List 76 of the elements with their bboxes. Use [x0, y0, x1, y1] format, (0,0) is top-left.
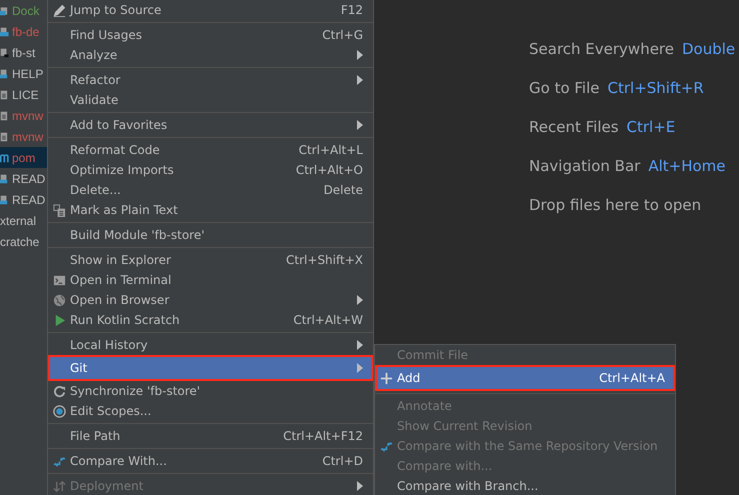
- submenu-arrow-icon: [357, 75, 363, 85]
- file-icon: [0, 194, 10, 204]
- shortcut-text: Ctrl+Alt+A: [599, 371, 665, 385]
- file-name[interactable]: Dock: [12, 4, 40, 18]
- menu-item[interactable]: Run Kotlin Scratch Ctrl+Alt+W: [48, 310, 373, 330]
- shortcut-text: Ctrl+Shift+X: [286, 253, 363, 267]
- menu-item[interactable]: Refactor: [48, 70, 373, 90]
- menu-item[interactable]: Reformat Code Ctrl+Alt+L: [48, 140, 373, 160]
- shortcut-text: Ctrl+Alt+O: [296, 163, 363, 177]
- shortcut-text: Ctrl+Shift+R: [608, 78, 704, 99]
- menu-item[interactable]: Compare with Branch...: [375, 476, 675, 495]
- compare-arrows-icon: [52, 454, 66, 468]
- file-icon: [0, 48, 10, 58]
- refresh-icon: [52, 384, 66, 398]
- menu-item[interactable]: Git: [48, 355, 373, 381]
- file-icon: [0, 68, 10, 78]
- menu-item[interactable]: Build Module 'fb-store': [48, 225, 373, 245]
- menu-item[interactable]: Optimize Imports Ctrl+Alt+O: [48, 160, 373, 180]
- file-icon: [0, 174, 10, 184]
- maven-icon: [0, 152, 10, 162]
- hint-text: Recent Files: [529, 117, 619, 138]
- menu-item[interactable]: Find Usages Ctrl+G: [48, 25, 373, 45]
- menu-item[interactable]: Edit Scopes...: [48, 401, 373, 421]
- menu-item[interactable]: Local History: [48, 335, 373, 355]
- menu-item[interactable]: Add Ctrl+Alt+A: [375, 365, 675, 391]
- shortcut-text: Ctrl+G: [322, 28, 363, 42]
- document-icon: [52, 204, 66, 216]
- menu-item[interactable]: Jump to Source F12: [48, 0, 373, 20]
- submenu-arrow-icon: [357, 120, 363, 130]
- shortcut-text: Ctrl+Alt+W: [293, 313, 363, 327]
- menu-item[interactable]: Analyze: [48, 45, 373, 65]
- submenu-arrow-icon: [357, 340, 363, 350]
- plus-icon: [380, 372, 392, 384]
- globe-icon: [52, 294, 66, 306]
- shortcut-text: Double: [682, 39, 736, 60]
- compare-arrows-icon: [380, 440, 392, 452]
- menu-item[interactable]: Open in Browser: [48, 290, 373, 310]
- file-icon: [0, 26, 10, 36]
- file-name[interactable]: cratche: [0, 234, 40, 248]
- submenu-arrow-icon: [357, 295, 363, 305]
- shortcut-text: Ctrl+E: [626, 117, 676, 138]
- selected-tree-row[interactable]: pom: [0, 147, 47, 168]
- up-down-arrows-icon: [52, 480, 66, 492]
- menu-item[interactable]: Validate: [48, 90, 373, 110]
- scope-icon: [52, 404, 66, 418]
- submenu-arrow-icon: [357, 50, 363, 60]
- menu-item[interactable]: Open in Terminal: [48, 270, 373, 290]
- menu-item[interactable]: Delete... Delete: [48, 180, 373, 200]
- shortcut-text: Ctrl+D: [322, 454, 363, 468]
- pencil-icon: [52, 4, 66, 16]
- file-name[interactable]: pom: [12, 150, 36, 164]
- menu-item[interactable]: Synchronize 'fb-store': [48, 381, 373, 401]
- terminal-icon: [52, 274, 66, 286]
- shortcut-text: Alt+Home: [648, 156, 726, 177]
- hint-text: Go to File: [529, 78, 600, 99]
- shortcut-text: Ctrl+Alt+L: [298, 143, 363, 157]
- menu-item[interactable]: Show in Explorer Ctrl+Shift+X: [48, 250, 373, 270]
- hint-text: Drop files here to open: [529, 195, 702, 216]
- menu-item[interactable]: Mark as Plain Text: [48, 200, 373, 220]
- hint-text: Navigation Bar: [529, 156, 640, 177]
- menu-item[interactable]: Compare With... Ctrl+D: [48, 451, 373, 471]
- menu-item[interactable]: Add to Favorites: [48, 115, 373, 135]
- file-name[interactable]: xternal: [0, 214, 36, 228]
- file-name[interactable]: HELP: [12, 66, 44, 80]
- file-name[interactable]: LICE: [12, 88, 39, 102]
- file-name[interactable]: READ: [12, 172, 46, 186]
- file-name[interactable]: fb-st: [12, 46, 36, 60]
- shortcut-text: F12: [340, 3, 363, 17]
- file-name[interactable]: READ: [12, 192, 46, 206]
- hint-text: Search Everywhere: [529, 39, 674, 60]
- shortcut-text: Delete: [324, 183, 363, 197]
- submenu-arrow-icon: [357, 481, 363, 491]
- submenu-arrow-icon: [357, 363, 363, 373]
- menu-item[interactable]: File Path Ctrl+Alt+F12: [48, 426, 373, 446]
- shortcut-text: Ctrl+Alt+F12: [283, 429, 363, 443]
- file-icon: [0, 6, 10, 16]
